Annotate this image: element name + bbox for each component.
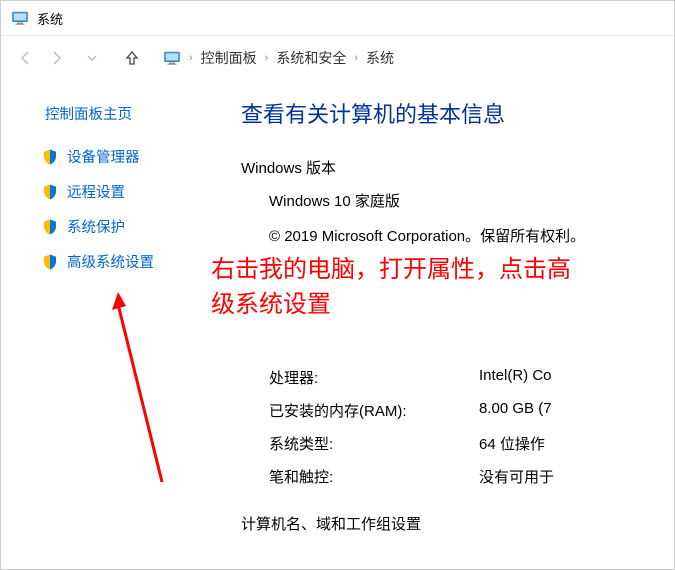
breadcrumb-system-security[interactable]: 系统和安全 [276, 48, 346, 68]
breadcrumb-system[interactable]: 系统 [366, 48, 394, 68]
spec-val: 8.00 GB (7 [479, 400, 674, 421]
spec-row-processor: 处理器: Intel(R) Co [269, 367, 674, 388]
sidebar-item-system-protection[interactable]: 系统保护 [41, 216, 211, 237]
system-icon [163, 49, 181, 67]
spec-row-system-type: 系统类型: 64 位操作 [269, 433, 674, 454]
computer-name-heading: 计算机名、域和工作组设置 [211, 513, 674, 534]
main-content: 查看有关计算机的基本信息 Windows 版本 Windows 10 家庭版 ©… [211, 79, 674, 569]
copyright-text: © 2019 Microsoft Corporation。保留所有权利。 [269, 225, 674, 249]
sidebar-title[interactable]: 控制面板主页 [41, 103, 211, 124]
navbar: › 控制面板 › 系统和安全 › 系统 [1, 35, 674, 79]
annotation-text: 右击我的电脑，打开属性，点击高级系统设置 [211, 253, 591, 323]
recent-button[interactable] [77, 43, 107, 73]
shield-icon [41, 148, 59, 166]
sidebar-item-remote-settings[interactable]: 远程设置 [41, 181, 211, 202]
shield-icon [41, 183, 59, 201]
sidebar-item-label: 系统保护 [67, 216, 125, 237]
system-icon [11, 9, 29, 27]
windows-version-heading: Windows 版本 [241, 157, 674, 178]
spec-val: Intel(R) Co [479, 367, 674, 388]
spec-table: 处理器: Intel(R) Co 已安装的内存(RAM): 8.00 GB (7… [241, 367, 674, 487]
up-button[interactable] [117, 43, 147, 73]
titlebar: 系统 [1, 1, 674, 35]
page-title: 查看有关计算机的基本信息 [241, 97, 674, 129]
spec-val: 没有可用于 [479, 466, 674, 487]
spec-val: 64 位操作 [479, 433, 674, 454]
shield-icon [41, 218, 59, 236]
chevron-right-icon: › [354, 52, 358, 64]
breadcrumb-control-panel[interactable]: 控制面板 [201, 48, 257, 68]
spec-key: 已安装的内存(RAM): [269, 400, 479, 421]
address-bar[interactable]: › 控制面板 › 系统和安全 › 系统 [163, 48, 394, 68]
sidebar-item-label: 远程设置 [67, 181, 125, 202]
shield-icon [41, 253, 59, 271]
spec-key: 笔和触控: [269, 466, 479, 487]
sidebar-item-label: 设备管理器 [67, 146, 140, 167]
chevron-right-icon: › [189, 52, 193, 64]
forward-button[interactable] [41, 43, 71, 73]
spec-key: 处理器: [269, 367, 479, 388]
sidebar-item-label: 高级系统设置 [67, 251, 154, 272]
window-title: 系统 [37, 9, 63, 28]
spec-row-ram: 已安装的内存(RAM): 8.00 GB (7 [269, 400, 674, 421]
spec-row-pen-touch: 笔和触控: 没有可用于 [269, 466, 674, 487]
back-button[interactable] [11, 43, 41, 73]
windows-version-value: Windows 10 家庭版 [269, 190, 674, 211]
sidebar: 控制面板主页 设备管理器 远程设置 系统保护 高级系统设置 [1, 79, 211, 569]
chevron-right-icon: › [265, 52, 269, 64]
spec-key: 系统类型: [269, 433, 479, 454]
sidebar-item-advanced-settings[interactable]: 高级系统设置 [41, 251, 211, 272]
sidebar-item-device-manager[interactable]: 设备管理器 [41, 146, 211, 167]
